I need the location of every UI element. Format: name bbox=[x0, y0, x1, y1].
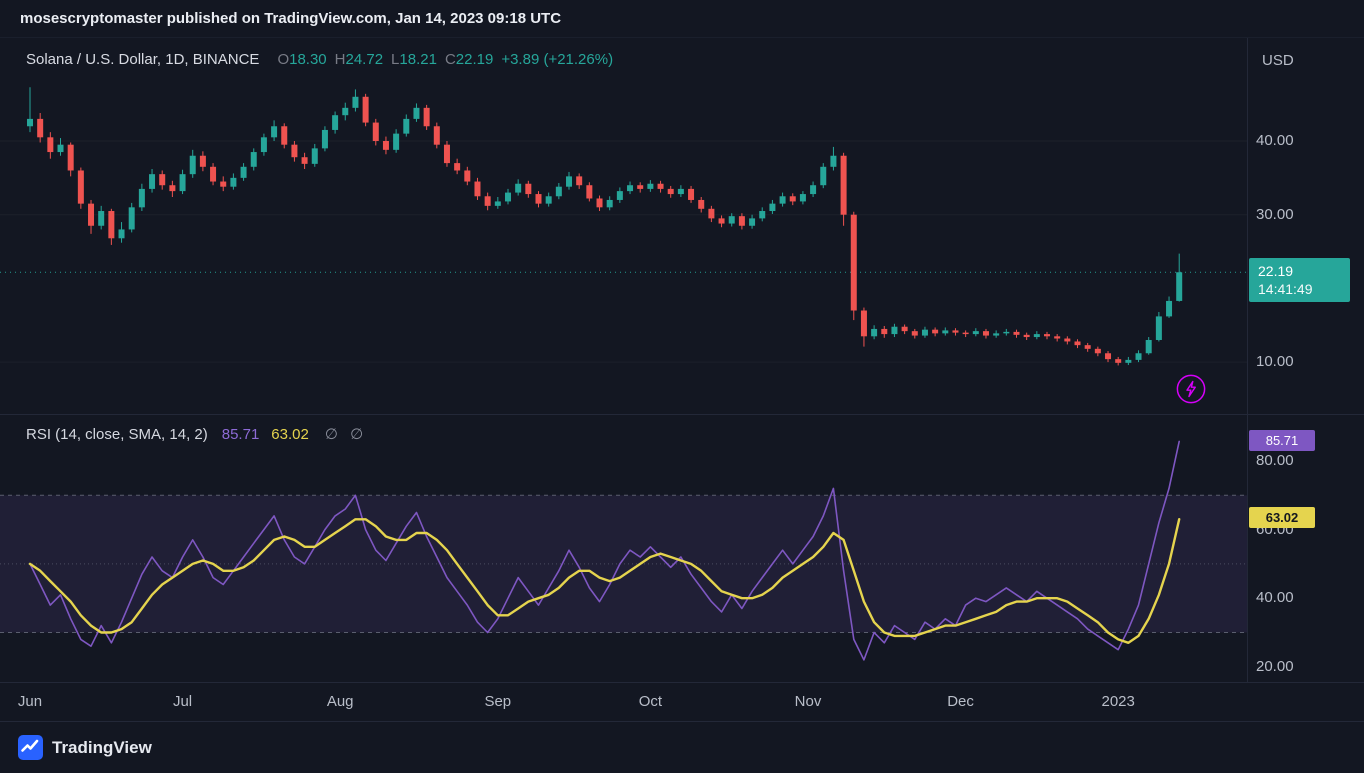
time-axis-label: Jun bbox=[17, 693, 43, 710]
time-axis-label: Jul bbox=[172, 693, 193, 710]
rsi-scale-label: 40.00 bbox=[1256, 589, 1294, 607]
close-value: 22.19 bbox=[455, 51, 494, 68]
tradingview-snapshot: mosescryptomaster published on TradingVi… bbox=[0, 0, 1364, 773]
symbol-title[interactable]: Solana / U.S. Dollar, 1D, BINANCE bbox=[26, 51, 259, 68]
high-value: 24.72 bbox=[345, 51, 384, 68]
rsi-legend: RSI (14, close, SMA, 14, 2) 85.71 63.02 ∅ ∅ bbox=[26, 425, 367, 443]
current-price-value: 22.19 bbox=[1258, 263, 1294, 279]
rsi-ma-value: 63.02 bbox=[271, 426, 309, 443]
price-scale-currency: USD bbox=[1262, 52, 1294, 69]
price-legend: Solana / U.S. Dollar, 1D, BINANCE O18.30 H… bbox=[26, 51, 613, 68]
lightning-icon bbox=[1186, 380, 1196, 398]
close-label: C bbox=[444, 51, 456, 68]
change-value: +3.89 (+21.26%) bbox=[501, 51, 614, 68]
time-axis-label: Oct bbox=[638, 693, 663, 710]
time-axis-separator bbox=[0, 682, 1364, 683]
rsi-legend-null-icons: ∅ ∅ bbox=[324, 426, 368, 443]
price-scale-label: 30.00 bbox=[1256, 205, 1294, 223]
price-chart-canvas[interactable] bbox=[0, 38, 1248, 415]
time-axis-label: 2023 bbox=[1101, 693, 1135, 710]
time-axis-label: Aug bbox=[326, 693, 354, 710]
time-axis-label: Nov bbox=[794, 693, 822, 710]
bar-countdown: 14:41:49 bbox=[1258, 281, 1313, 297]
price-scale-label: 40.00 bbox=[1256, 132, 1294, 149]
boost-lightning-button[interactable] bbox=[1174, 372, 1208, 406]
rsi-value: 85.71 bbox=[221, 426, 260, 443]
rsi-legend-title[interactable]: RSI (14, close, SMA, 14, 2) bbox=[26, 426, 208, 443]
rsi-value-badge: 85.71 bbox=[1249, 430, 1315, 451]
price-scale-label: 10.00 bbox=[1256, 353, 1294, 371]
footer-bar: TradingView bbox=[0, 722, 1364, 773]
rsi-ma-badge: 63.02 bbox=[1249, 507, 1315, 528]
publish-header: mosescryptomaster published on TradingVi… bbox=[0, 0, 1364, 38]
low-value: 18.21 bbox=[399, 51, 437, 68]
time-axis[interactable]: Jun Jul Aug Sep Oct Nov Dec 2023 bbox=[0, 683, 1248, 722]
tradingview-logo-text: TradingView bbox=[52, 737, 152, 757]
pane-separator[interactable] bbox=[0, 414, 1364, 415]
tradingview-logo[interactable]: TradingView bbox=[18, 735, 152, 760]
time-axis-label: Sep bbox=[484, 693, 512, 710]
open-label: O bbox=[277, 51, 290, 68]
boost-circle bbox=[1176, 374, 1206, 404]
price-scale-border[interactable] bbox=[1247, 38, 1248, 683]
publish-info: mosescryptomaster published on TradingVi… bbox=[20, 10, 562, 27]
open-value: 18.30 bbox=[289, 51, 327, 68]
tradingview-logo-icon bbox=[18, 735, 43, 760]
time-axis-label: Dec bbox=[947, 693, 974, 710]
high-label: H bbox=[334, 51, 346, 68]
rsi-scale-label: 80.00 bbox=[1256, 452, 1294, 469]
rsi-scale-label: 20.00 bbox=[1256, 657, 1294, 675]
rsi-chart-canvas[interactable] bbox=[0, 415, 1248, 683]
current-price-badge: 22.19 14:41:49 bbox=[1249, 258, 1350, 302]
